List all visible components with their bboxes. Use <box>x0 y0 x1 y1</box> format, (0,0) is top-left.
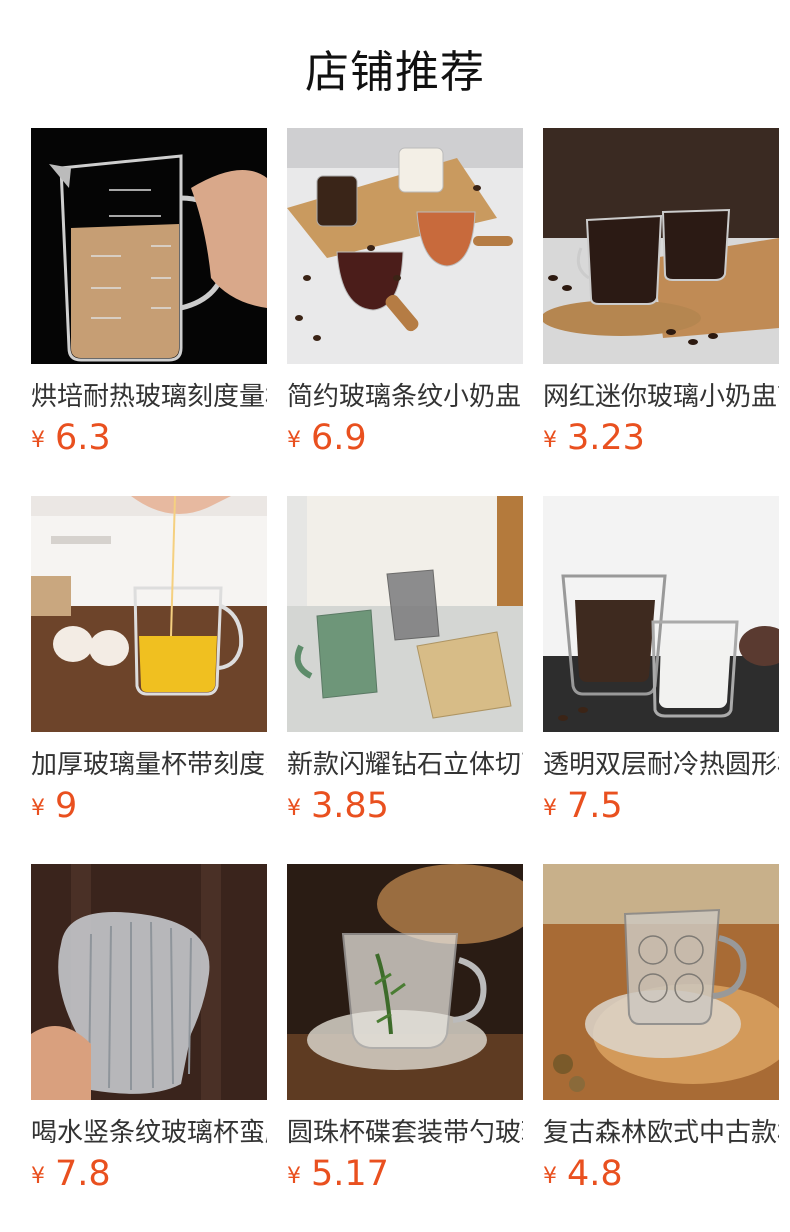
product-card[interactable]: 复古森林欧式中古款杯 ¥4.8 <box>543 864 779 1200</box>
product-image[interactable] <box>543 128 779 364</box>
product-image[interactable] <box>287 864 523 1100</box>
product-name[interactable]: 加厚玻璃量杯带刻度家用 <box>31 744 267 780</box>
product-image[interactable] <box>543 864 779 1100</box>
currency-symbol: ¥ <box>287 428 301 453</box>
product-card[interactable]: 网红迷你玻璃小奶盅带刻度 ¥3.23 <box>543 128 779 464</box>
currency-symbol: ¥ <box>543 428 557 453</box>
product-card[interactable]: 喝水竖条纹玻璃杯蛮腰 ¥7.8 <box>31 864 267 1200</box>
currency-symbol: ¥ <box>543 796 557 821</box>
product-image[interactable] <box>31 864 267 1100</box>
product-price: ¥6.9 <box>287 418 367 458</box>
page-title: 店铺推荐 <box>305 47 485 98</box>
product-price: ¥5.17 <box>287 1154 389 1194</box>
product-price: ¥4.8 <box>543 1154 623 1194</box>
product-name[interactable]: 烘培耐热玻璃刻度量杯 <box>31 376 267 412</box>
price-value: 7.5 <box>567 786 623 826</box>
product-card[interactable]: 圆珠杯碟套装带勺玻璃 ¥5.17 <box>287 864 523 1200</box>
product-card[interactable]: 加厚玻璃量杯带刻度家用 ¥9 <box>31 496 267 832</box>
product-price: ¥7.8 <box>31 1154 111 1194</box>
price-value: 4.8 <box>567 1154 623 1194</box>
currency-symbol: ¥ <box>287 1164 301 1189</box>
product-card[interactable]: 简约玻璃条纹小奶盅 ¥6.9 <box>287 128 523 464</box>
product-name[interactable]: 新款闪耀钻石立体切面杯 <box>287 744 523 780</box>
product-price: ¥3.23 <box>543 418 645 458</box>
product-image[interactable] <box>31 496 267 732</box>
product-image[interactable] <box>287 496 523 732</box>
product-card[interactable]: 透明双层耐冷热圆形杯 ¥7.5 <box>543 496 779 832</box>
product-name[interactable]: 网红迷你玻璃小奶盅带刻度 <box>543 376 779 412</box>
product-name[interactable]: 简约玻璃条纹小奶盅 <box>287 376 523 412</box>
price-value: 3.23 <box>567 418 645 458</box>
currency-symbol: ¥ <box>31 428 45 453</box>
product-image[interactable] <box>31 128 267 364</box>
product-card[interactable]: 烘培耐热玻璃刻度量杯 ¥6.3 <box>31 128 267 464</box>
product-price: ¥6.3 <box>31 418 111 458</box>
price-value: 5.17 <box>311 1154 389 1194</box>
price-value: 6.9 <box>311 418 367 458</box>
product-price: ¥7.5 <box>543 786 623 826</box>
product-image[interactable] <box>543 496 779 732</box>
product-name[interactable]: 喝水竖条纹玻璃杯蛮腰 <box>31 1112 267 1148</box>
product-name[interactable]: 圆珠杯碟套装带勺玻璃 <box>287 1112 523 1148</box>
price-value: 6.3 <box>55 418 111 458</box>
product-name[interactable]: 复古森林欧式中古款杯 <box>543 1112 779 1148</box>
product-card[interactable]: 新款闪耀钻石立体切面杯 ¥3.85 <box>287 496 523 832</box>
product-name[interactable]: 透明双层耐冷热圆形杯 <box>543 744 779 780</box>
price-value: 7.8 <box>55 1154 111 1194</box>
product-image[interactable] <box>287 128 523 364</box>
currency-symbol: ¥ <box>31 796 45 821</box>
price-value: 3.85 <box>311 786 389 826</box>
product-price: ¥3.85 <box>287 786 389 826</box>
currency-symbol: ¥ <box>543 1164 557 1189</box>
product-price: ¥9 <box>31 786 77 826</box>
currency-symbol: ¥ <box>287 796 301 821</box>
currency-symbol: ¥ <box>31 1164 45 1189</box>
price-value: 9 <box>55 786 78 826</box>
